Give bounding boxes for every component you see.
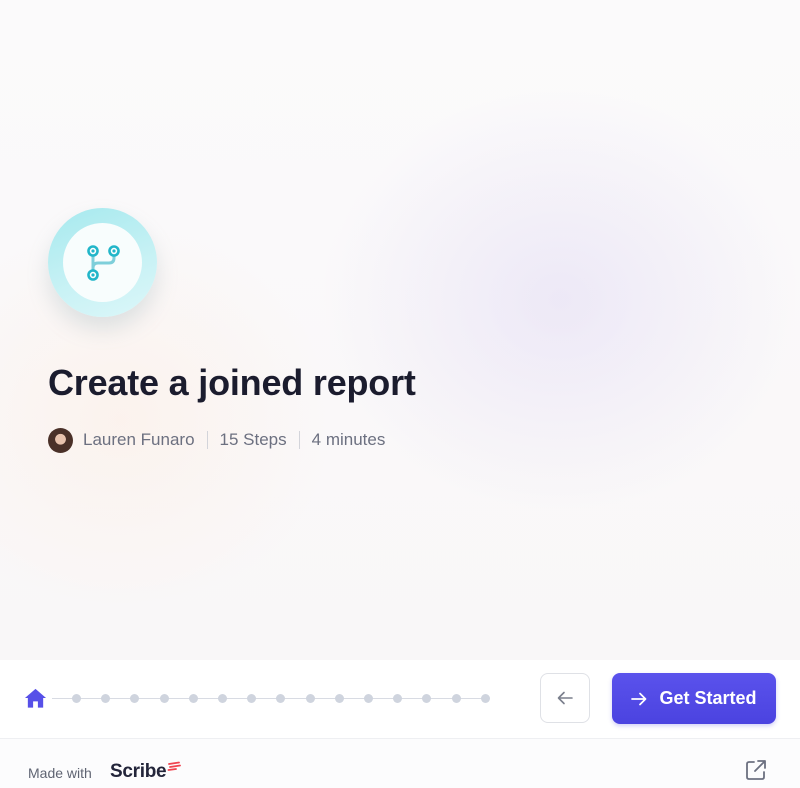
scribe-logo[interactable]: Scribe bbox=[110, 761, 182, 783]
progress-dot[interactable] bbox=[364, 694, 373, 703]
scribe-wordmark: Scribe bbox=[110, 761, 167, 782]
author-name: Lauren Funaro bbox=[83, 430, 195, 449]
arrow-left-icon bbox=[557, 691, 573, 705]
guide-meta: Lauren Funaro 15 Steps 4 minutes bbox=[48, 427, 385, 453]
arrow-right-icon bbox=[631, 692, 647, 705]
home-icon[interactable] bbox=[24, 687, 47, 709]
guide-logo bbox=[48, 208, 157, 317]
meta-divider bbox=[206, 431, 208, 449]
progress-dot[interactable] bbox=[130, 694, 139, 703]
step-count: 15 Steps bbox=[219, 430, 287, 449]
progress-dot[interactable] bbox=[189, 694, 198, 703]
step-navigation: Get Started bbox=[0, 660, 800, 738]
back-button[interactable] bbox=[540, 673, 590, 723]
guide-duration: 4 minutes bbox=[311, 430, 386, 449]
meta-divider bbox=[298, 431, 300, 449]
external-link-icon[interactable] bbox=[745, 759, 767, 781]
made-with-label: Made with bbox=[28, 765, 92, 781]
progress-dot[interactable] bbox=[160, 694, 169, 703]
progress-dot[interactable] bbox=[306, 694, 315, 703]
workflow-branch-icon bbox=[87, 245, 120, 281]
scribe-guide-page: Create a joined report Lauren Funaro 15 … bbox=[0, 0, 800, 788]
guide-cover: Create a joined report Lauren Funaro 15 … bbox=[0, 0, 800, 660]
progress-dot[interactable] bbox=[481, 694, 490, 703]
author-avatar bbox=[48, 427, 73, 453]
guide-title: Create a joined report bbox=[48, 362, 416, 403]
progress-dot[interactable] bbox=[101, 694, 110, 703]
get-started-label: Get Started bbox=[659, 688, 757, 708]
scribe-brand-icon bbox=[167, 761, 182, 771]
progress-dot[interactable] bbox=[72, 694, 81, 703]
progress-dot[interactable] bbox=[452, 694, 461, 703]
progress-dot[interactable] bbox=[247, 694, 256, 703]
footer-bar: Made with Scribe bbox=[0, 738, 800, 788]
progress-dot[interactable] bbox=[393, 694, 402, 703]
progress-dot[interactable] bbox=[218, 694, 227, 703]
progress-dot[interactable] bbox=[335, 694, 344, 703]
get-started-button[interactable]: Get Started bbox=[612, 673, 776, 724]
progress-dot[interactable] bbox=[276, 694, 285, 703]
progress-dot[interactable] bbox=[422, 694, 431, 703]
